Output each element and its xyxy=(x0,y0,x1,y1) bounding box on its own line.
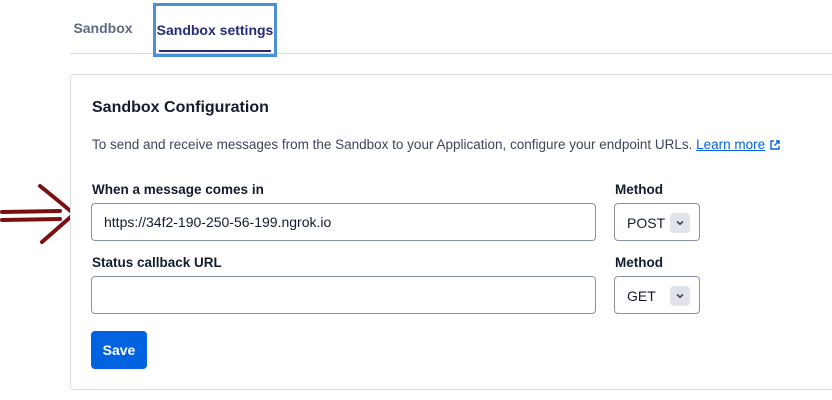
card-title: Sandbox Configuration xyxy=(92,99,269,116)
message-url-label: When a message comes in xyxy=(92,182,264,197)
arrow-right-icon xyxy=(0,184,76,244)
method-select-status[interactable]: GET xyxy=(614,276,700,314)
method-label: Method xyxy=(615,255,663,270)
sandbox-configuration-card: Sandbox Configuration To send and receiv… xyxy=(70,74,832,390)
tab-sandbox-settings[interactable]: Sandbox settings xyxy=(153,3,277,57)
method-select-value: GET xyxy=(627,288,656,304)
status-callback-input[interactable] xyxy=(91,276,596,314)
tab-sandbox[interactable]: Sandbox xyxy=(70,4,136,52)
chevron-down-icon xyxy=(670,213,690,233)
method-select-message[interactable]: POST xyxy=(614,203,700,241)
learn-more-link[interactable]: Learn more xyxy=(696,137,765,152)
status-callback-label: Status callback URL xyxy=(92,255,222,270)
tab-bar: Sandbox Sandbox settings xyxy=(70,0,832,57)
card-description: To send and receive messages from the Sa… xyxy=(92,137,781,152)
message-url-input[interactable] xyxy=(91,203,596,241)
external-link-icon[interactable] xyxy=(769,139,781,151)
chevron-down-icon xyxy=(670,286,690,306)
description-text: To send and receive messages from the Sa… xyxy=(92,137,693,152)
method-select-value: POST xyxy=(627,215,666,231)
save-button[interactable]: Save xyxy=(91,331,147,369)
page: Sandbox Sandbox settings Sandbox Configu… xyxy=(0,0,832,400)
method-label: Method xyxy=(615,182,663,197)
